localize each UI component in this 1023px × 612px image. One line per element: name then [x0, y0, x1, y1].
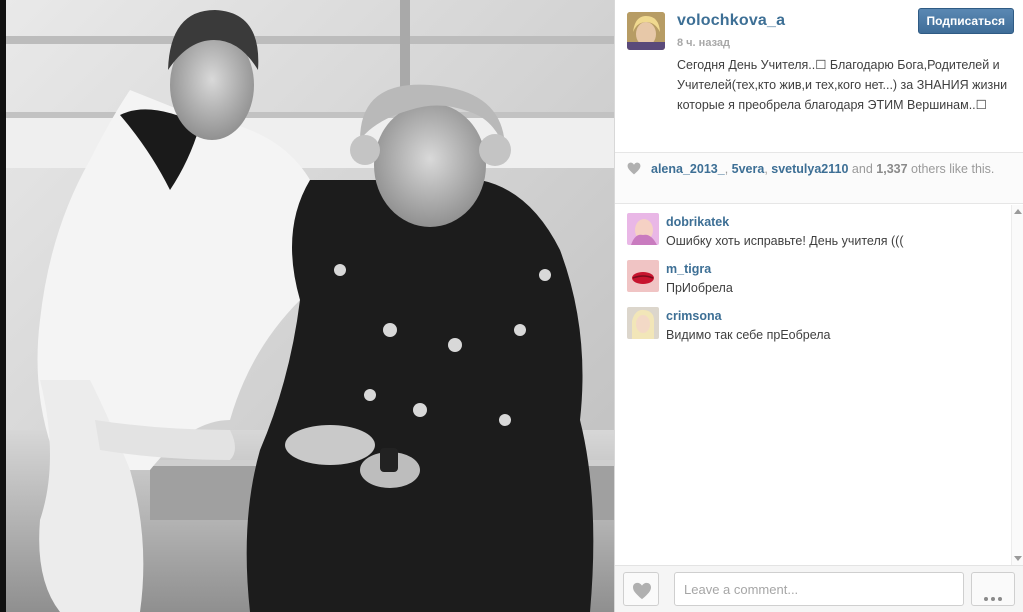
owner-avatar[interactable] — [627, 12, 665, 50]
more-dots-icon — [984, 588, 1005, 606]
post-footer — [615, 565, 1023, 612]
commenter-avatar[interactable] — [627, 213, 659, 245]
more-options-button[interactable] — [971, 572, 1015, 606]
commenter-avatar-image — [627, 260, 659, 292]
owner-avatar-image — [627, 12, 665, 50]
comments-list: dobrikatek Ошибку хоть исправьте! День у… — [615, 205, 1023, 565]
comment-username[interactable]: dobrikatek — [666, 215, 729, 229]
commenter-avatar-image — [627, 307, 659, 339]
post-caption: Сегодня День Учителя..☐ Благодарю Бога,Р… — [677, 58, 1008, 112]
comment-username[interactable]: m_tigra — [666, 262, 711, 276]
likes-and: and — [851, 162, 873, 176]
comment-item: dobrikatek Ошибку хоть исправьте! День у… — [615, 205, 1015, 251]
comment-text: Видимо так себе прЕобрела — [666, 328, 831, 342]
post-header: volochkova_a 8 ч. назад Подписаться Сего… — [615, 0, 1023, 152]
follow-button[interactable]: Подписаться — [917, 8, 1014, 34]
commenter-avatar[interactable] — [627, 307, 659, 339]
commenter-avatar[interactable] — [627, 260, 659, 292]
likes-text: alena_2013_, 5vera, svetulya2110 and 1,3… — [651, 162, 995, 176]
scroll-up-arrow-icon[interactable] — [1014, 209, 1022, 214]
comments-scrollbar[interactable] — [1011, 205, 1023, 565]
comment-input[interactable] — [674, 572, 964, 606]
likes-count[interactable]: 1,337 — [876, 162, 907, 176]
liker-2[interactable]: 5vera — [732, 162, 765, 176]
comment-text: Ошибку хоть исправьте! День учителя ((( — [666, 234, 904, 248]
comment-text: ПрИобрела — [666, 281, 733, 295]
post-photo[interactable] — [0, 0, 614, 612]
comment-item: crimsona Видимо так себе прЕобрела — [615, 299, 1015, 345]
likes-summary: alena_2013_, 5vera, svetulya2110 and 1,3… — [615, 152, 1023, 204]
liker-1[interactable]: alena_2013_ — [651, 162, 725, 176]
likes-suffix: others like this. — [911, 162, 995, 176]
comment-item: m_tigra ПрИобрела — [615, 252, 1015, 298]
post-timestamp[interactable]: 8 ч. назад — [677, 37, 730, 49]
scroll-down-arrow-icon[interactable] — [1014, 556, 1022, 561]
post-photo-image — [0, 0, 614, 612]
comment-username[interactable]: crimsona — [666, 309, 722, 323]
post-detail-panel: volochkova_a 8 ч. назад Подписаться Сего… — [614, 0, 1023, 612]
like-button[interactable] — [623, 572, 659, 606]
commenter-avatar-image — [627, 213, 659, 245]
liker-3[interactable]: svetulya2110 — [771, 162, 848, 176]
heart-icon — [627, 162, 641, 175]
heart-icon — [633, 582, 651, 600]
owner-username[interactable]: volochkova_a — [677, 12, 785, 30]
